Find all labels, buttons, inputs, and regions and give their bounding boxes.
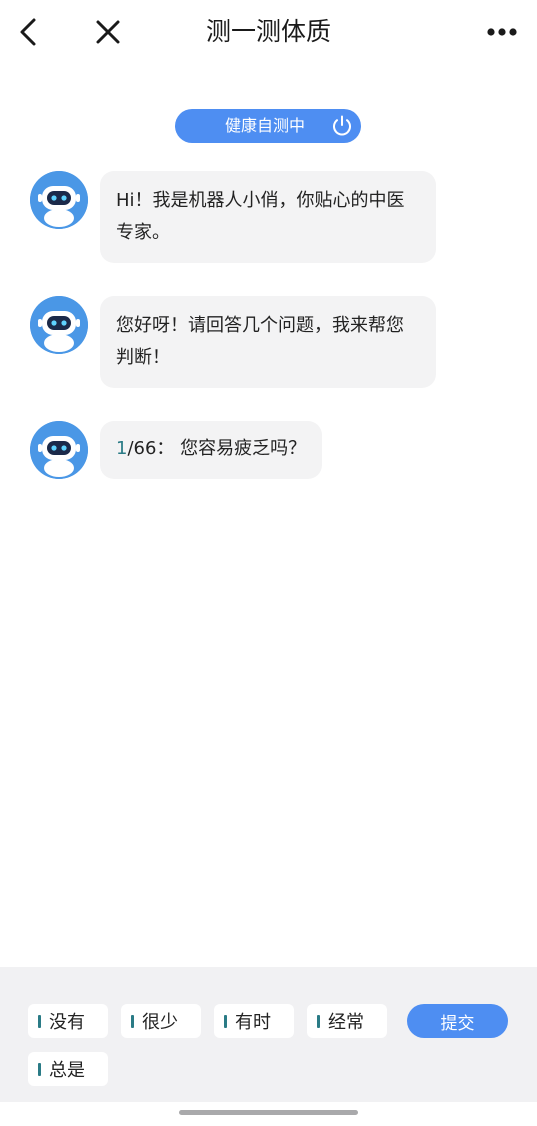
option-label: 有时	[235, 1012, 271, 1033]
chat-page: 测一测体质 健康自测中 Hi！我是机器人小俏，你贴心的中医专家。 您好呀！请回答…	[0, 0, 537, 1126]
message-bubble: Hi！我是机器人小俏，你贴心的中医专家。	[100, 171, 436, 263]
option-marker	[38, 1062, 41, 1076]
status-label: 健康自测中	[225, 116, 306, 135]
option-label: 总是	[49, 1060, 85, 1081]
power-icon[interactable]	[330, 114, 354, 138]
back-chevron-icon	[20, 18, 36, 46]
option-chip[interactable]: 很少	[121, 1004, 201, 1038]
option-chip[interactable]: 没有	[28, 1004, 108, 1038]
option-chip[interactable]: 有时	[214, 1004, 294, 1038]
page-title: 测一测体质	[205, 17, 331, 46]
more-button[interactable]	[478, 10, 526, 54]
option-chip[interactable]: 经常	[307, 1004, 387, 1038]
back-button[interactable]	[8, 10, 48, 54]
more-dots-icon	[487, 28, 517, 36]
submit-button[interactable]: 提交	[407, 1004, 508, 1038]
option-label: 没有	[49, 1012, 85, 1033]
robot-avatar-icon	[30, 296, 88, 354]
option-marker	[224, 1014, 227, 1028]
question-index: 1	[116, 438, 128, 459]
question-bubble: 1/66： 您容易疲乏吗？	[100, 421, 323, 479]
message-bubble: 您好呀！请回答几个问题，我来帮您判断！	[100, 296, 436, 388]
option-marker	[38, 1014, 41, 1028]
option-marker	[317, 1014, 320, 1028]
option-label: 经常	[328, 1012, 364, 1033]
top-nav-bar: 测一测体质	[0, 0, 537, 64]
home-indicator[interactable]	[179, 1110, 358, 1115]
question-text: /66： 您容易疲乏吗？	[127, 438, 307, 459]
self-test-status-pill[interactable]: 健康自测中	[175, 109, 361, 143]
close-button[interactable]	[86, 10, 130, 54]
option-label: 很少	[142, 1012, 178, 1033]
answer-panel: 没有 很少 有时 经常 提交 总是	[0, 967, 537, 1102]
robot-avatar-icon	[30, 421, 88, 479]
robot-avatar-icon	[30, 171, 88, 229]
close-icon	[96, 20, 120, 44]
option-marker	[131, 1014, 134, 1028]
option-chip[interactable]: 总是	[28, 1052, 108, 1086]
